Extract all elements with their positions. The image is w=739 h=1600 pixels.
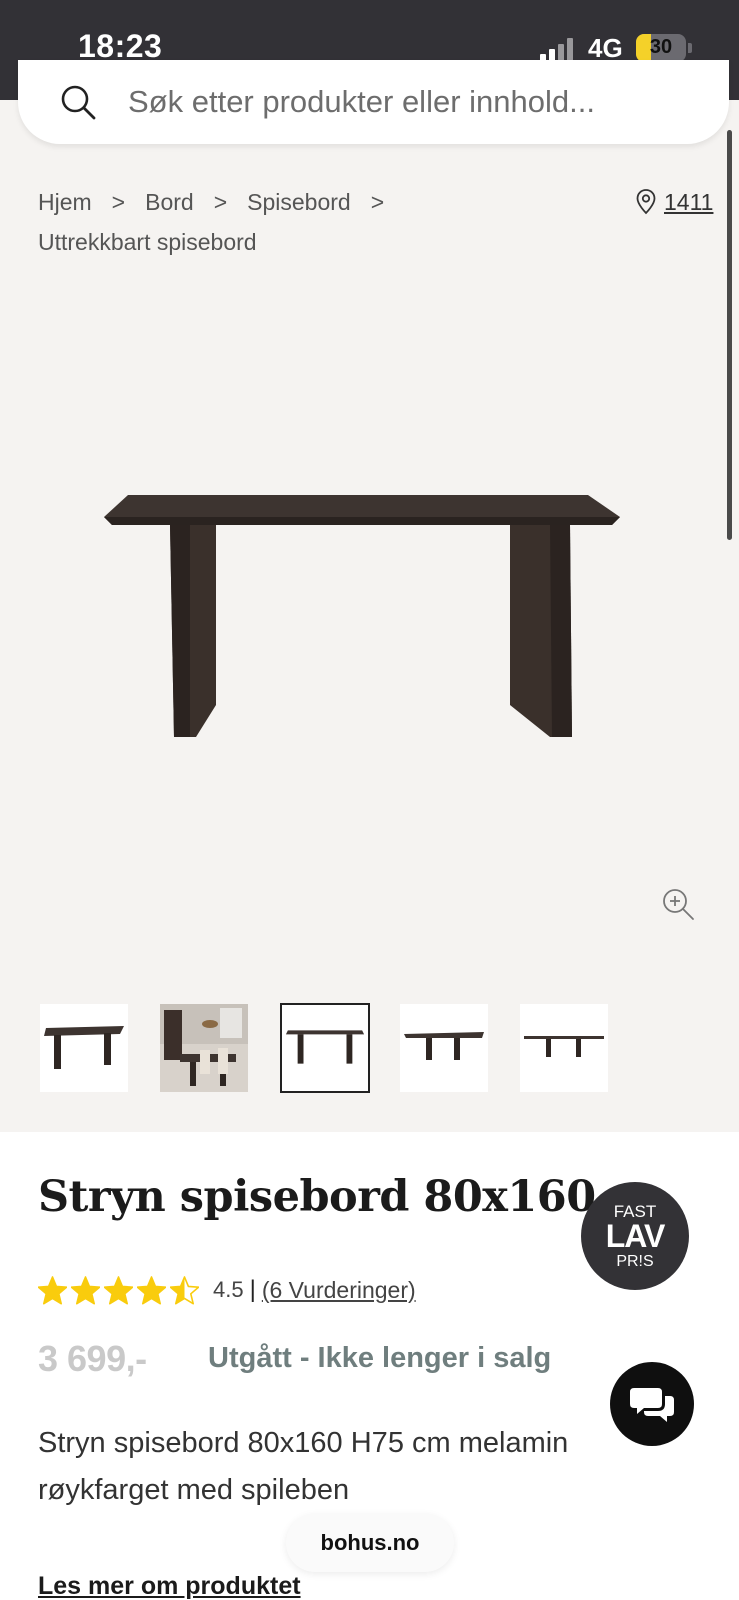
chat-icon — [630, 1388, 674, 1422]
chevron-right-icon: > — [213, 189, 228, 215]
thumbnail-4[interactable] — [400, 1004, 488, 1092]
search-icon[interactable] — [58, 82, 98, 122]
breadcrumb-home[interactable]: Hjem — [38, 189, 92, 215]
breadcrumb-bord[interactable]: Bord — [145, 189, 194, 215]
breadcrumb: Hjem > Bord > Spisebord > Uttrekkbart spisebor… — [38, 182, 598, 262]
signal-icon — [540, 38, 576, 62]
battery-level: 30 — [649, 36, 673, 58]
thumbnail-strip — [38, 1003, 638, 1094]
store-selector[interactable]: 1411 — [636, 182, 713, 222]
chevron-right-icon: > — [111, 189, 126, 215]
product-price: 3 699,- — [38, 1338, 147, 1379]
browser-url-pill[interactable]: bohus.no — [286, 1514, 454, 1572]
thumbnail-3[interactable] — [280, 1003, 370, 1093]
chevron-right-icon: > — [370, 189, 385, 215]
rating-stars — [38, 1275, 199, 1305]
rating-separator: | — [249, 1276, 256, 1303]
product-image[interactable] — [100, 495, 640, 755]
star-icon — [170, 1275, 199, 1305]
product-info: Stryn spisebord 80x160 FAST LAV PR!S 4.5… — [0, 1132, 739, 1600]
star-icon — [137, 1275, 166, 1305]
product-description: Stryn spisebord 80x160 H75 cm melamin rø… — [38, 1427, 569, 1506]
rating-count-link[interactable]: (6 Vurderinger) — [262, 1277, 416, 1304]
search-bar[interactable] — [18, 60, 729, 144]
star-icon — [38, 1275, 67, 1305]
product-rating[interactable]: 4.5 | (6 Vurderinger) — [38, 1274, 416, 1306]
battery-icon: 30 — [636, 34, 686, 62]
battery-nub — [688, 43, 692, 53]
star-icon — [71, 1275, 100, 1305]
badge-line-2: LAV — [605, 1218, 666, 1254]
rating-value: 4.5 — [213, 1277, 244, 1302]
fast-lav-pris-badge: FAST LAV PR!S — [581, 1182, 689, 1290]
badge-line-3: PR!S — [616, 1253, 654, 1270]
breadcrumb-uttrekkbart-spisebord[interactable]: Uttrekkbart spisebord — [38, 229, 257, 255]
store-label[interactable]: 1411 — [664, 189, 713, 216]
thumbnail-5[interactable] — [520, 1004, 608, 1092]
zoom-in-icon[interactable] — [660, 886, 696, 922]
location-pin-icon — [636, 189, 656, 215]
breadcrumb-spisebord[interactable]: Spisebord — [247, 189, 351, 215]
thumbnail-1[interactable] — [40, 1004, 128, 1092]
star-icon — [104, 1275, 133, 1305]
search-input[interactable] — [128, 80, 688, 124]
availability-status: Utgått - Ikke lenger i salg — [208, 1342, 552, 1374]
page-scrollbar[interactable] — [727, 130, 732, 540]
product-title: Stryn spisebord 80x160 — [38, 1172, 596, 1222]
read-more-link[interactable]: Les mer om produktet — [38, 1572, 301, 1600]
thumbnail-2[interactable] — [160, 1004, 248, 1092]
